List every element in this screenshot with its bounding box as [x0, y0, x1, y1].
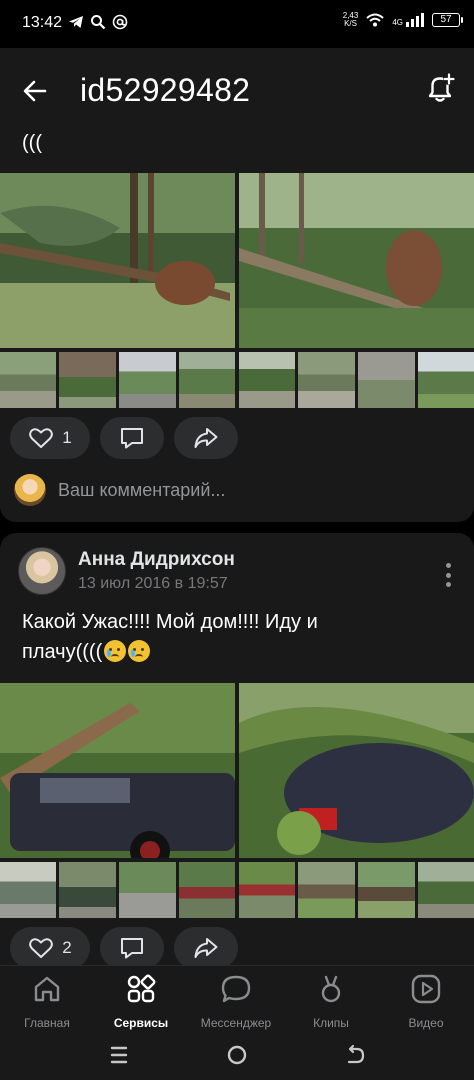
status-system-icons: 2,43 K/S 4G 57	[343, 12, 463, 28]
post-card-2: Анна Дидрихсон 13 июл 2016 в 19:57 Какой…	[0, 533, 474, 973]
photo-thumbnail[interactable]	[358, 862, 415, 918]
photo-thumbnail[interactable]	[239, 352, 295, 408]
arrow-left-icon[interactable]	[20, 76, 50, 106]
photo-thumbnail[interactable]	[0, 862, 56, 918]
comment-input-row[interactable]: Ваш комментарий...	[14, 474, 225, 506]
photo-thumbnail[interactable]	[179, 352, 235, 408]
signal-icon: 4G	[392, 13, 424, 27]
bell-plus-icon[interactable]	[422, 70, 458, 106]
like-button[interactable]: 1	[10, 417, 90, 459]
like-count: 1	[62, 428, 72, 447]
speed-unit: K/S	[344, 19, 357, 28]
photo-thumbnail[interactable]	[0, 352, 56, 408]
tab-label: Видео	[408, 1016, 444, 1030]
tab-clips[interactable]: Клипы	[284, 972, 378, 1030]
post-date: 13 июл 2016 в 19:57	[78, 575, 228, 592]
comment-button[interactable]	[100, 417, 164, 459]
at-icon	[112, 14, 128, 30]
comment-input[interactable]: Ваш комментарий...	[58, 480, 225, 501]
tab-services[interactable]: Сервисы	[94, 972, 188, 1030]
photo-thumbnail[interactable]	[119, 862, 176, 918]
photo-uprooted-trees	[239, 173, 474, 348]
tab-label: Мессенджер	[200, 1016, 272, 1030]
network-speed: 2,43 K/S	[343, 12, 359, 28]
post-photo[interactable]	[0, 173, 235, 348]
post-text: Какой Ужас!!!! Мой дом!!!! Иду и плачу((…	[22, 607, 318, 667]
tab-video[interactable]: Видео	[379, 972, 473, 1030]
search-icon	[91, 15, 106, 30]
photo-thumbnail[interactable]	[59, 862, 116, 918]
home-icon	[34, 976, 60, 1002]
share-button[interactable]	[174, 417, 238, 459]
wifi-icon	[366, 13, 384, 27]
author-name[interactable]: Анна Дидрихсон	[78, 549, 235, 571]
post-actions: 1	[10, 417, 238, 459]
like-count: 2	[62, 938, 72, 957]
bottom-tab-bar: Главная Сервисы Мессенджер Клипы Видео	[0, 965, 474, 1031]
clips-icon	[321, 975, 341, 1003]
tab-messenger[interactable]: Мессенджер	[189, 972, 283, 1030]
tab-label: Сервисы	[113, 1016, 169, 1030]
post-photo[interactable]	[239, 683, 474, 858]
status-notification-icons	[68, 14, 128, 30]
post-author[interactable]: Анна Дидрихсон 13 июл 2016 в 19:57	[18, 547, 235, 595]
photo-thumbnail[interactable]	[418, 352, 474, 408]
services-icon	[127, 974, 156, 1003]
system-nav-bar	[0, 1031, 474, 1080]
crying-face-emoji	[104, 640, 127, 662]
post-text-line2-wrap: плачу((((	[22, 637, 318, 667]
chat-icon	[221, 975, 251, 1003]
telegram-icon	[69, 16, 83, 28]
share-icon	[194, 938, 218, 958]
tab-home[interactable]: Главная	[0, 972, 94, 1030]
photo-thumbnail[interactable]	[298, 862, 355, 918]
photo-thumbnail[interactable]	[239, 862, 295, 918]
video-icon	[411, 974, 441, 1004]
post-text: (((	[22, 132, 42, 154]
more-options-icon[interactable]	[444, 563, 452, 587]
post-text-line1: Какой Ужас!!!! Мой дом!!!! Иду и	[22, 611, 318, 633]
recent-apps-icon[interactable]	[107, 1043, 131, 1067]
heart-icon	[29, 938, 54, 958]
share-button[interactable]	[174, 927, 238, 969]
comment-icon	[121, 938, 143, 959]
photo-thumbnail[interactable]	[418, 862, 474, 918]
page-title: id52929482	[80, 72, 251, 108]
network-type: 4G	[392, 18, 403, 27]
tab-label: Главная	[24, 1016, 70, 1030]
photo-thumbnail[interactable]	[298, 352, 355, 408]
avatar	[14, 474, 46, 506]
comment-icon	[121, 428, 143, 449]
heart-icon	[29, 428, 54, 448]
loudly-crying-face-emoji	[128, 640, 151, 662]
post-photo[interactable]	[239, 173, 474, 348]
photo-crushed-car	[239, 683, 474, 858]
photo-thumbnail[interactable]	[119, 352, 176, 408]
tab-label: Клипы	[313, 1016, 349, 1030]
back-nav-icon[interactable]	[343, 1043, 367, 1067]
share-icon	[194, 428, 218, 448]
post-card-1: ((( 1 Ваш комментарий...	[0, 120, 474, 522]
photo-car-under-tree	[0, 683, 235, 858]
avatar[interactable]	[18, 547, 66, 595]
battery-icon: 57	[432, 13, 463, 27]
status-time: 13:42	[22, 14, 63, 31]
status-bar: 13:42 2,43 K/S 4G 57	[0, 0, 474, 48]
photo-thumbnail[interactable]	[179, 862, 235, 918]
comment-button[interactable]	[100, 927, 164, 969]
home-nav-icon[interactable]	[225, 1043, 249, 1067]
post-photo[interactable]	[0, 683, 235, 858]
post-text-line2: плачу((((	[22, 641, 103, 663]
photo-thumbnail[interactable]	[59, 352, 116, 408]
like-button[interactable]: 2	[10, 927, 90, 969]
photo-fallen-tree	[0, 173, 235, 348]
photo-thumbnail[interactable]	[358, 352, 415, 408]
post-actions: 2	[10, 927, 238, 969]
